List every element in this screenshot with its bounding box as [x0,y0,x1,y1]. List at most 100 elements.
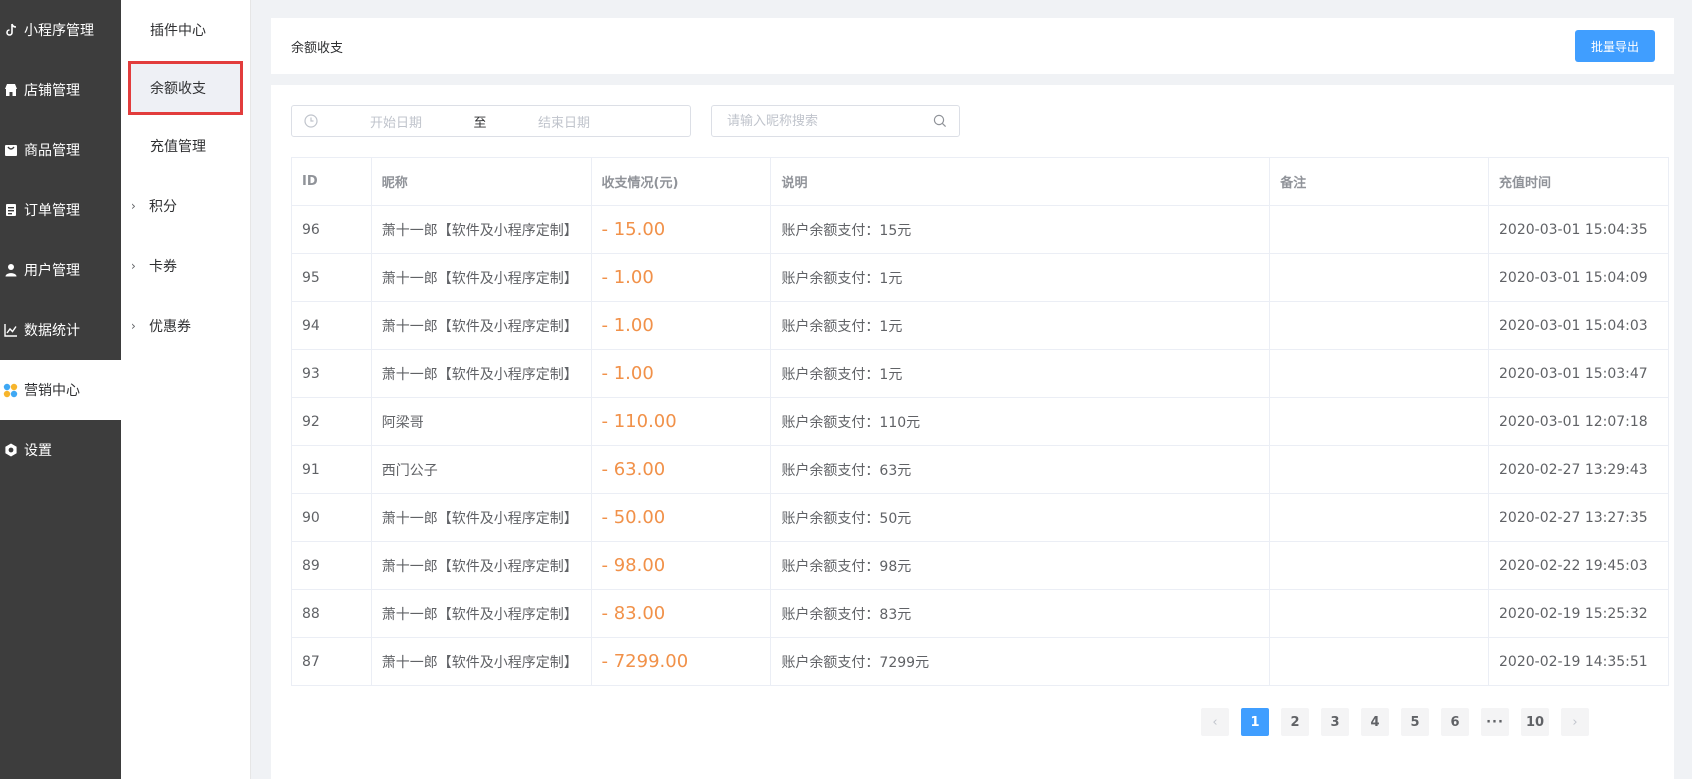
nickname-search-input[interactable] [712,107,933,135]
submenu-item-label: 积分 [149,199,177,215]
end-date-input[interactable]: 结束日期 [504,112,624,131]
balance-table: ID 昵称 收支情况(元) 说明 备注 充值时间 96 萧十一郎【软件及小程序定制… [291,157,1669,686]
submenu-item-label: 插件中心 [150,23,206,39]
column-header-amount: 收支情况(元) [590,157,772,206]
cell-recharge-time: 2020-02-27 13:27:35 [1488,493,1669,542]
more-pages-button[interactable]: ··· [1481,708,1509,736]
cell-description: 账户余额支付：63元 [770,445,1271,494]
order-icon [3,203,18,218]
sidebar-item-label: 小程序管理 [24,23,94,39]
sidebar-item-store[interactable]: 店铺管理 [0,60,121,120]
sidebar-item-label: 商品管理 [24,143,80,159]
last-page-button[interactable]: 10 [1521,708,1549,736]
sidebar-item-users[interactable]: 用户管理 [0,240,121,300]
main-sidebar: 小程序管理 店铺管理 商品管理 订单管理 用户管理 数据统计 营销中心 设置 [0,0,121,779]
page-title: 余额收支 [291,40,344,56]
cell-remark [1269,349,1490,398]
page-button[interactable]: 3 [1321,708,1349,736]
cell-remark [1269,253,1490,302]
sidebar-item-miniprogram[interactable]: 小程序管理 [0,0,121,60]
cell-amount: - 7299.00 [590,637,772,686]
cell-description: 账户余额支付：50元 [770,493,1271,542]
cell-amount: - 15.00 [590,205,772,254]
table-header-row: ID 昵称 收支情况(元) 说明 备注 充值时间 [291,157,1669,206]
cell-description: 账户余额支付：15元 [770,205,1271,254]
column-header-remark: 备注 [1269,157,1490,206]
submenu-item-balance[interactable]: 余额收支 [128,61,243,115]
submenu-group-coupons[interactable]: › 优惠券 [121,296,250,356]
cell-id: 93 [291,349,372,398]
page-button[interactable]: 5 [1401,708,1429,736]
column-header-description: 说明 [770,157,1271,206]
cell-recharge-time: 2020-03-01 15:04:03 [1488,301,1669,350]
sidebar-item-marketing[interactable]: 营销中心 [0,360,121,420]
chevron-right-icon: › [131,259,136,273]
cell-recharge-time: 2020-02-19 14:35:51 [1488,637,1669,686]
column-header-recharge-time: 充值时间 [1488,157,1669,206]
cell-amount: - 1.00 [590,253,772,302]
page-button[interactable]: 6 [1441,708,1469,736]
page-button[interactable]: 1 [1241,708,1269,736]
date-range-picker[interactable]: 开始日期 至 结束日期 [291,105,691,137]
column-header-id: ID [291,157,372,206]
cell-id: 89 [291,541,372,590]
table-row: 92 阿梁哥 - 110.00 账户余额支付：110元 2020-03-01 12:07… [291,397,1669,446]
cell-id: 92 [291,397,372,446]
cell-description: 账户余额支付：1元 [770,253,1271,302]
submenu-item-recharge[interactable]: 充值管理 [121,116,250,176]
submenu-group-cards[interactable]: › 卡券 [121,236,250,296]
cell-id: 91 [291,445,372,494]
cell-remark [1269,589,1490,638]
cell-description: 账户余额支付：7299元 [770,637,1271,686]
cell-nickname: 萧十一郎【软件及小程序定制】 [370,301,592,350]
next-page-button[interactable]: › [1561,708,1589,736]
table-row: 96 萧十一郎【软件及小程序定制】 - 15.00 账户余额支付：15元 2020-03… [291,205,1669,254]
sidebar-item-settings[interactable]: 设置 [0,420,121,480]
search-icon[interactable] [933,114,947,128]
nickname-search [711,105,960,137]
sidebar-item-orders[interactable]: 订单管理 [0,180,121,240]
sidebar-item-label: 数据统计 [24,323,80,339]
submenu-item-plugins[interactable]: 插件中心 [121,0,250,60]
cell-id: 96 [291,205,372,254]
sidebar-item-stats[interactable]: 数据统计 [0,300,121,360]
store-icon [3,83,18,98]
chart-icon [3,323,18,338]
submenu-group-points[interactable]: › 积分 [121,176,250,236]
table-row: 87 萧十一郎【软件及小程序定制】 - 7299.00 账户余额支付：7299元 202… [291,637,1669,686]
sidebar-item-label: 店铺管理 [24,83,80,99]
cell-recharge-time: 2020-03-01 15:04:09 [1488,253,1669,302]
cell-amount: - 98.00 [590,541,772,590]
table-row: 91 西门公子 - 63.00 账户余额支付：63元 2020-02-27 13:29:… [291,445,1669,494]
marketing-icon [3,383,18,398]
chevron-right-icon: › [131,319,136,333]
sidebar-item-goods[interactable]: 商品管理 [0,120,121,180]
cell-id: 94 [291,301,372,350]
pagination: ‹ 1 2 3 4 5 6 ··· 10 › [1201,708,1589,736]
cell-id: 95 [291,253,372,302]
cell-nickname: 萧十一郎【软件及小程序定制】 [370,205,592,254]
submenu-item-label: 充值管理 [150,139,206,155]
clock-icon [304,114,318,128]
table-body: 96 萧十一郎【软件及小程序定制】 - 15.00 账户余额支付：15元 2020-03… [291,205,1669,686]
cell-remark [1269,397,1490,446]
page-button[interactable]: 2 [1281,708,1309,736]
cell-description: 账户余额支付：83元 [770,589,1271,638]
cell-nickname: 萧十一郎【软件及小程序定制】 [370,589,592,638]
batch-export-button[interactable]: 批量导出 [1575,30,1655,62]
cell-amount: - 50.00 [590,493,772,542]
cell-remark [1269,493,1490,542]
cell-id: 90 [291,493,372,542]
sidebar-item-label: 订单管理 [24,203,80,219]
tiktok-note-icon [3,23,18,38]
cell-amount: - 1.00 [590,301,772,350]
start-date-input[interactable]: 开始日期 [336,112,456,131]
table-row: 88 萧十一郎【软件及小程序定制】 - 83.00 账户余额支付：83元 2020-02… [291,589,1669,638]
page-button[interactable]: 4 [1361,708,1389,736]
cell-nickname: 萧十一郎【软件及小程序定制】 [370,253,592,302]
cell-description: 账户余额支付：1元 [770,301,1271,350]
prev-page-button[interactable]: ‹ [1201,708,1229,736]
cell-remark [1269,205,1490,254]
cell-description: 账户余额支付：1元 [770,349,1271,398]
secondary-menu: 插件中心 余额收支 充值管理 › 积分 › 卡券 › 优惠券 [121,0,251,779]
